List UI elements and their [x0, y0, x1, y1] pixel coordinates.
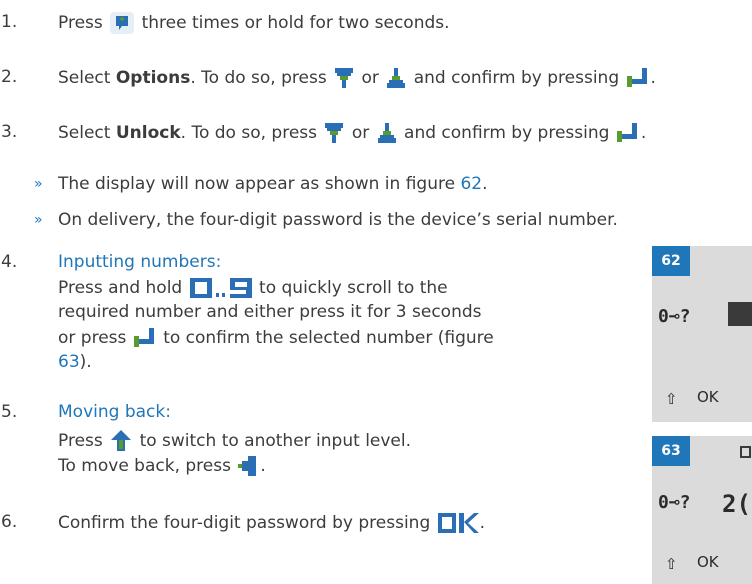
arrow-up-key-icon: [387, 68, 406, 88]
shift-arrow-icon: ⇧: [665, 555, 678, 573]
step-text: . To do so, press: [190, 68, 327, 88]
enter-key-icon: [133, 328, 154, 347]
figure-62-badge: 62: [652, 246, 690, 276]
step-number: 2.: [1, 67, 18, 87]
battery-icon: [740, 446, 751, 458]
step-heading: Inputting numbers:: [58, 252, 222, 272]
step-text: or: [361, 68, 379, 88]
step-number: 6.: [1, 512, 18, 532]
bullet-marker: »: [34, 212, 43, 228]
shift-key-icon: [111, 430, 132, 451]
step-heading: Moving back:: [58, 402, 171, 422]
step-text: . To do so, press: [180, 123, 318, 143]
instruction-page: 1. Press three times or hold for two sec…: [0, 0, 752, 584]
ok-softkey-label: OK: [697, 388, 719, 406]
entered-digits: 2(: [722, 490, 751, 518]
figure-63-badge: 63: [652, 436, 690, 466]
menu-label: Unlock: [115, 123, 181, 143]
arrow-down-key-icon: [325, 123, 344, 143]
step-number: 3.: [1, 122, 18, 142]
ok-key-icon: [437, 513, 479, 533]
figure-link[interactable]: 63: [58, 352, 80, 372]
step-text: Select: [58, 123, 111, 143]
step-text: or: [351, 123, 370, 143]
number-keys-icon: [189, 278, 252, 298]
key-lock-symbol: 0⊸?: [658, 306, 691, 327]
step-text: Select: [58, 68, 111, 88]
ok-softkey-label: OK: [697, 553, 719, 571]
bullet-marker: »: [34, 176, 43, 192]
step-number: 4.: [1, 252, 18, 272]
step-text: three times or hold for two seconds.: [141, 13, 450, 33]
step-number: 1.: [1, 12, 18, 32]
key-lock-symbol: 0⊸?: [658, 492, 691, 513]
menu-label: Options: [115, 68, 191, 88]
step-text: Press: [58, 13, 103, 33]
step-number: 5.: [1, 402, 18, 422]
arrow-up-key-icon: [377, 123, 396, 143]
figure-link[interactable]: 62: [460, 174, 482, 194]
enter-key-icon: [626, 68, 647, 87]
enter-key-icon: [616, 123, 637, 142]
menu-key-icon: [110, 12, 135, 34]
note-text: The display will now appear as shown in …: [58, 174, 456, 194]
back-key-icon: [238, 456, 257, 476]
step-text: and confirm by pressing: [404, 123, 610, 143]
step-text: and confirm by pressing: [413, 68, 620, 88]
arrow-down-key-icon: [335, 68, 354, 88]
input-cursor-block: [728, 302, 752, 326]
note-text: On delivery, the four-digit password is …: [58, 210, 618, 230]
shift-arrow-icon: ⇧: [665, 390, 678, 408]
